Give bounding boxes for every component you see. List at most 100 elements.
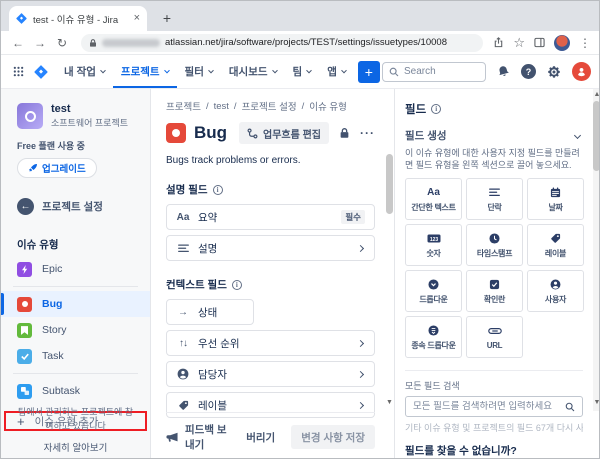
create-button[interactable]: + xyxy=(358,61,380,83)
nav-dashboards[interactable]: 대시보드 xyxy=(221,55,285,88)
svg-text:123: 123 xyxy=(429,237,438,243)
short-text-icon: Aa xyxy=(427,186,440,199)
bookmark-star-icon[interactable]: ☆ xyxy=(513,35,525,51)
field-search-input[interactable] xyxy=(413,401,560,412)
page-scrollbar[interactable]: ▲ ▼ xyxy=(593,89,600,411)
jira-favicon-icon xyxy=(16,13,27,24)
discard-button[interactable]: 버리기 xyxy=(238,426,283,449)
team-managed-note: 팀에서 관리하는 프로젝트에 참여하고 있습니다 xyxy=(15,406,137,433)
nav-apps[interactable]: 앱 xyxy=(319,55,354,88)
paragraph-icon xyxy=(489,186,500,199)
nav-my-work[interactable]: 내 작업 xyxy=(56,55,113,88)
forward-icon[interactable]: → xyxy=(31,34,49,52)
link-icon xyxy=(488,325,502,338)
send-feedback-button[interactable]: 피드백 보내기 xyxy=(166,422,230,452)
fields-panel: 필드 필드 생성 이 이슈 유형에 대한 사용자 지정 필드를 만들려면 필드 … xyxy=(394,89,593,459)
search-icon xyxy=(389,67,399,77)
info-icon[interactable] xyxy=(431,104,441,114)
breadcrumb-project[interactable]: test xyxy=(214,101,229,112)
field-type-timestamp[interactable]: 타임스탬프 xyxy=(466,224,523,266)
subtask-icon xyxy=(17,384,32,399)
settings-gear-icon[interactable] xyxy=(547,65,561,79)
more-actions-icon[interactable]: ··· xyxy=(360,126,375,140)
field-type-grid: Aa 간단한 텍스트 단락 날짜 123 숫자 xyxy=(405,178,583,358)
browser-window: test - 이슈 유형 - Jira × + ← → ↻ atlassian.… xyxy=(0,0,600,459)
jira-logo-icon[interactable] xyxy=(34,65,48,79)
short-text-icon: Aa xyxy=(176,212,190,223)
nav-teams[interactable]: 팀 xyxy=(285,55,320,88)
rocket-icon xyxy=(28,163,38,173)
create-field-section-toggle[interactable]: 필드 생성 xyxy=(405,128,583,143)
browser-tab[interactable]: test - 이슈 유형 - Jira × xyxy=(9,6,147,31)
sidebar-item-epic[interactable]: Epic xyxy=(1,256,150,282)
field-type-short-text[interactable]: Aa 간단한 텍스트 xyxy=(405,178,462,220)
breadcrumb-settings[interactable]: 프로젝트 설정 xyxy=(242,99,297,113)
field-priority[interactable]: ↑↓ 우선 순위 xyxy=(166,330,375,356)
field-type-dependent-dropdown[interactable]: 종속 드롭다운 xyxy=(405,316,462,358)
page-title: Bug xyxy=(194,123,231,143)
share-icon[interactable] xyxy=(493,37,504,48)
edit-workflow-button[interactable]: 업무흐름 편집 xyxy=(239,122,329,144)
back-to-project-settings[interactable]: ← 프로젝트 설정 xyxy=(1,178,150,215)
field-type-number[interactable]: 123 숫자 xyxy=(405,224,462,266)
field-type-checkbox[interactable]: 확인란 xyxy=(466,270,523,312)
refresh-icon[interactable]: ↻ xyxy=(53,34,71,52)
account-avatar[interactable] xyxy=(572,62,591,81)
field-search[interactable] xyxy=(405,396,583,417)
dependent-dropdown-icon xyxy=(428,324,439,337)
menu-dots-icon[interactable]: ⋮ xyxy=(579,36,591,50)
field-description[interactable]: 설명 xyxy=(166,235,375,261)
search-icon xyxy=(565,402,575,412)
nav-projects[interactable]: 프로젝트 xyxy=(113,55,177,88)
breadcrumb-projects[interactable]: 프로젝트 xyxy=(166,99,201,113)
checkbox-icon xyxy=(489,278,500,291)
required-badge: 필수 xyxy=(341,210,365,224)
sidebar-item-story[interactable]: Story xyxy=(1,317,150,343)
help-icon[interactable]: ? xyxy=(521,64,536,79)
app-switcher-icon[interactable] xyxy=(13,66,24,77)
browser-toolbar: ← → ↻ atlassian.net/jira/software/projec… xyxy=(1,31,600,55)
field-status[interactable]: → 상태 xyxy=(166,299,254,325)
paragraph-icon xyxy=(176,244,190,253)
chevron-right-icon xyxy=(357,401,364,408)
breadcrumb-issue-types[interactable]: 이슈 유형 xyxy=(309,99,347,113)
field-type-label[interactable]: 레이블 xyxy=(527,224,584,266)
global-search[interactable] xyxy=(382,62,486,82)
field-type-dropdown[interactable]: 드롭다운 xyxy=(405,270,462,312)
side-panel-icon[interactable] xyxy=(534,37,545,48)
lock-icon xyxy=(89,38,97,48)
sidebar-item-subtask[interactable]: Subtask xyxy=(1,378,150,404)
field-type-url[interactable]: URL xyxy=(466,316,523,358)
user-icon xyxy=(176,368,190,380)
back-icon[interactable]: ← xyxy=(9,34,27,52)
main-scrollbar[interactable]: ▼ xyxy=(385,89,394,411)
story-icon xyxy=(17,323,32,338)
field-assignee[interactable]: 담당자 xyxy=(166,361,375,387)
learn-more-link[interactable]: 자세히 알아보기 xyxy=(44,440,108,454)
tab-close-icon[interactable]: × xyxy=(134,13,140,24)
field-summary[interactable]: Aa 요약 필수 xyxy=(166,204,375,230)
info-icon[interactable] xyxy=(232,280,242,290)
save-changes-button[interactable]: 변경 사항 저장 xyxy=(291,425,375,449)
search-input[interactable] xyxy=(404,66,474,77)
bug-icon xyxy=(17,297,32,312)
upgrade-button[interactable]: 업그레이드 xyxy=(17,158,97,178)
new-tab-button[interactable]: + xyxy=(157,8,177,28)
profile-avatar[interactable] xyxy=(554,35,570,51)
sidebar-item-bug[interactable]: Bug xyxy=(1,291,150,317)
nav-filters[interactable]: 필터 xyxy=(177,55,221,88)
chevron-right-icon xyxy=(357,370,364,377)
user-icon xyxy=(550,278,561,291)
issue-type-editor: 프로젝트/ test/ 프로젝트 설정/ 이슈 유형 Bug 업무흐름 편집 ·… xyxy=(151,89,385,459)
address-bar[interactable]: atlassian.net/jira/software/projects/TES… xyxy=(81,34,483,52)
project-header[interactable]: test 소프트웨어 프로젝트 xyxy=(1,89,150,129)
issue-type-description: Bugs track problems or errors. xyxy=(166,155,375,166)
project-name: test xyxy=(51,103,128,115)
field-type-date[interactable]: 날짜 xyxy=(527,178,584,220)
dropdown-circle-icon xyxy=(428,278,439,291)
info-icon[interactable] xyxy=(213,185,223,195)
field-type-paragraph[interactable]: 단락 xyxy=(466,178,523,220)
sidebar-item-task[interactable]: Task xyxy=(1,343,150,369)
field-type-user[interactable]: 사용자 xyxy=(527,270,584,312)
notifications-bell-icon[interactable] xyxy=(496,64,512,80)
